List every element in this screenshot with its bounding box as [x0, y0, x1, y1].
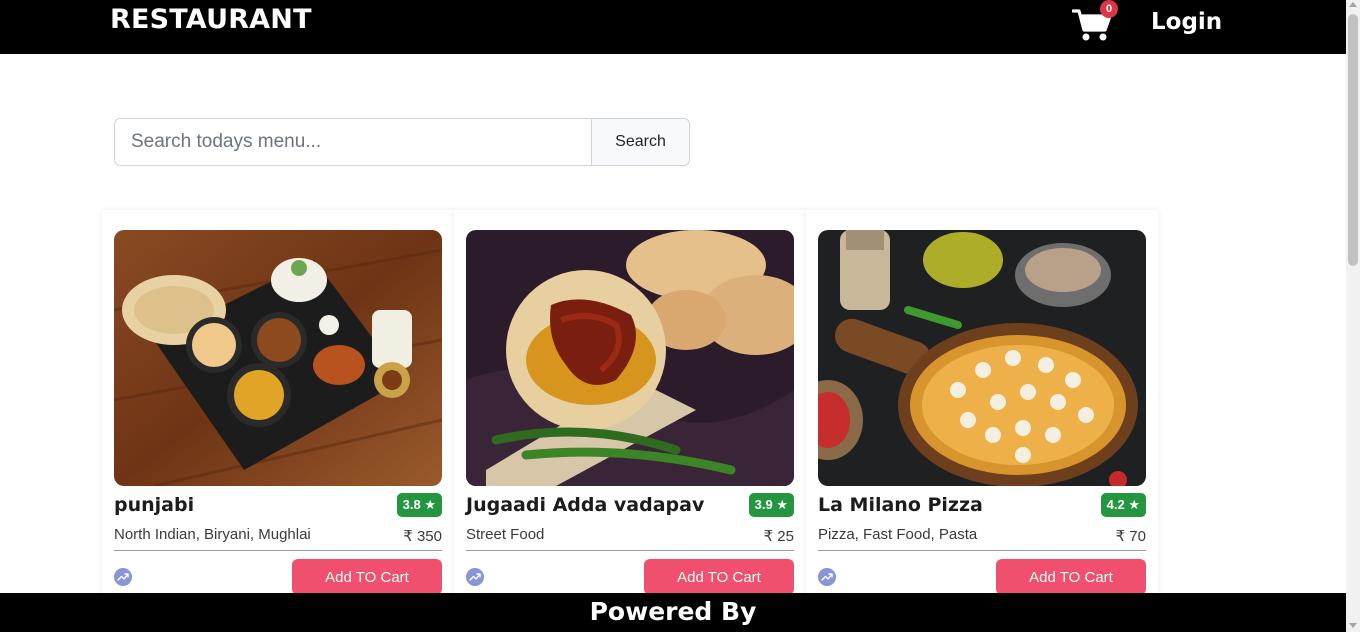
rating-badge: 3.8 ★	[396, 493, 442, 517]
restaurant-name[interactable]: La Milano Pizza	[818, 494, 983, 516]
restaurant-name[interactable]: punjabi	[114, 494, 194, 516]
cart-count-badge: 0	[1100, 0, 1118, 18]
price-text: ₹ 70	[1115, 528, 1146, 545]
trending-icon[interactable]	[466, 568, 484, 586]
card-divider	[818, 550, 1146, 551]
vadapav-photo[interactable]	[466, 230, 794, 486]
top-navbar: RESTAURANT 0 Login	[0, 0, 1346, 54]
card-divider	[114, 550, 442, 551]
restaurant-card: La Milano Pizza 4.2 ★ Pizza, Fast Food, …	[806, 210, 1158, 610]
cuisine-text: North Indian, Biryani, Mughlai	[114, 526, 311, 543]
scrollbar-thumb[interactable]	[1348, 14, 1358, 266]
search-input[interactable]	[114, 118, 591, 166]
trending-icon[interactable]	[818, 568, 836, 586]
search-button[interactable]: Search	[591, 118, 690, 166]
thali-photo[interactable]	[114, 230, 442, 486]
rating-badge: 3.9 ★	[748, 493, 794, 517]
card-divider	[466, 550, 794, 551]
add-to-cart-button[interactable]: Add TO Cart	[292, 559, 442, 595]
add-to-cart-button[interactable]: Add TO Cart	[996, 559, 1146, 595]
cuisine-text: Street Food	[466, 526, 545, 543]
price-text: ₹ 25	[763, 528, 794, 545]
trending-icon[interactable]	[114, 568, 132, 586]
login-link[interactable]: Login	[1151, 9, 1222, 35]
vertical-scrollbar[interactable]	[1346, 0, 1360, 632]
cuisine-text: Pizza, Fast Food, Pasta	[818, 526, 978, 543]
scroll-down-arrow-icon[interactable]	[1349, 623, 1357, 628]
brand-logo-text[interactable]: RESTAURANT	[110, 4, 312, 35]
restaurant-name[interactable]: Jugaadi Adda vadapav	[466, 494, 704, 516]
cart-button[interactable]: 0	[1072, 0, 1118, 44]
search-bar: Search	[114, 118, 690, 166]
footer-bar: Powered By	[0, 593, 1346, 632]
price-text: ₹ 350	[403, 528, 442, 545]
pizza-photo[interactable]	[818, 230, 1146, 486]
rating-badge: 4.2 ★	[1100, 493, 1146, 517]
scroll-up-arrow-icon[interactable]	[1349, 2, 1357, 7]
add-to-cart-button[interactable]: Add TO Cart	[644, 559, 794, 595]
restaurant-card: Jugaadi Adda vadapav 3.9 ★ Street Food ₹…	[454, 210, 806, 610]
restaurant-card: punjabi 3.8 ★ North Indian, Biryani, Mug…	[102, 210, 454, 610]
